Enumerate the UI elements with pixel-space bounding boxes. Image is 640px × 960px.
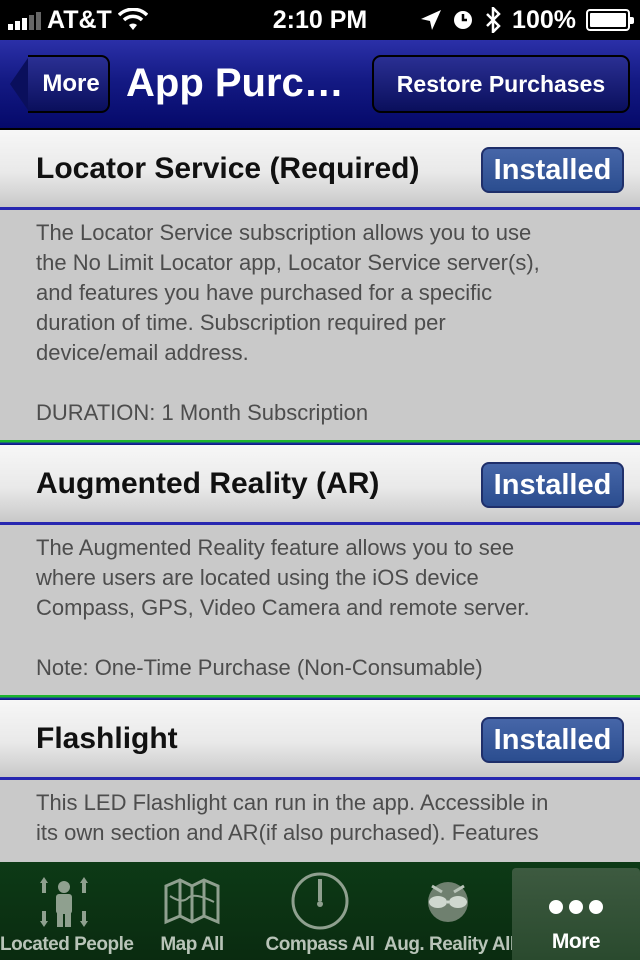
purchase-item-flashlight: Flashlight Installed This LED Flashlight… (0, 700, 640, 862)
description-line: its own section and AR(if also purchased… (36, 820, 539, 845)
installed-button[interactable]: Installed (481, 462, 624, 508)
tab-aug-reality-all[interactable]: Aug. Reality All (384, 862, 515, 960)
purchase-list[interactable]: Locator Service (Required) Installed The… (0, 130, 640, 862)
back-arrow-icon (10, 55, 30, 113)
status-indicators: 100% (420, 4, 634, 36)
ar-glasses-icon (384, 872, 512, 930)
tab-label: Located People (0, 934, 134, 955)
purchase-item-description: This LED Flashlight can run in the app. … (0, 780, 640, 862)
description-line: and features you have purchased for a sp… (36, 280, 493, 305)
compass-icon (256, 872, 384, 930)
battery-percent: 100% (512, 5, 576, 34)
more-dots-icon (512, 878, 640, 936)
description-duration: DURATION: 1 Month Subscription (36, 400, 369, 425)
description-line: Compass, GPS, Video Camera and remote se… (36, 595, 530, 620)
page-title: App Purc… (126, 61, 344, 105)
bluetooth-icon (486, 7, 501, 33)
purchase-item-title: Flashlight (36, 722, 178, 755)
tab-located-people[interactable]: Located People (0, 862, 134, 960)
status-bar: AT&T 2:10 PM 100% (0, 0, 640, 40)
purchase-item-locator-service: Locator Service (Required) Installed The… (0, 130, 640, 440)
battery-icon (586, 9, 634, 31)
tab-label: More (551, 930, 601, 953)
purchase-item-header: Augmented Reality (AR) Installed (0, 445, 640, 525)
tab-bar: Located People Map All Compass All Aug. … (0, 862, 640, 960)
restore-purchases-button[interactable]: Restore Purchases (372, 55, 630, 113)
description-line: The Augmented Reality feature allows you… (36, 535, 515, 560)
tab-map-all[interactable]: Map All (128, 862, 256, 960)
installed-button[interactable]: Installed (481, 717, 624, 763)
navigation-bar: More App Purc… Restore Purchases (0, 40, 640, 130)
alarm-clock-icon (454, 11, 473, 29)
people-icon (0, 872, 128, 930)
description-line: device/email address. (36, 340, 249, 365)
purchase-item-augmented-reality: Augmented Reality (AR) Installed The Aug… (0, 445, 640, 695)
purchase-item-title: Locator Service (Required) (36, 152, 420, 185)
back-button[interactable]: More (10, 55, 110, 113)
back-button-label: More (28, 55, 110, 113)
tab-more[interactable]: More (512, 868, 640, 960)
tab-compass-all[interactable]: Compass All (256, 862, 384, 960)
purchase-item-title: Augmented Reality (AR) (36, 467, 380, 500)
purchase-item-description: The Augmented Reality feature allows you… (0, 525, 640, 695)
purchase-item-header: Flashlight Installed (0, 700, 640, 780)
installed-button[interactable]: Installed (481, 147, 624, 193)
description-note: Note: One-Time Purchase (Non-Consumable) (36, 655, 483, 680)
purchase-item-header: Locator Service (Required) Installed (0, 130, 640, 210)
purchase-item-description: The Locator Service subscription allows … (0, 210, 640, 440)
map-icon (128, 872, 256, 930)
location-arrow-icon (421, 10, 442, 30)
description-line: duration of time. Subscription required … (36, 310, 446, 335)
description-line: where users are located using the iOS de… (36, 565, 479, 590)
description-line: The Locator Service subscription allows … (36, 220, 532, 245)
tab-label: Map All (160, 934, 224, 955)
description-line: the No Limit Locator app, Locator Servic… (36, 250, 540, 275)
description-line: This LED Flashlight can run in the app. … (36, 790, 549, 815)
tab-label: Aug. Reality All (384, 934, 515, 955)
tab-label: Compass All (265, 934, 375, 955)
